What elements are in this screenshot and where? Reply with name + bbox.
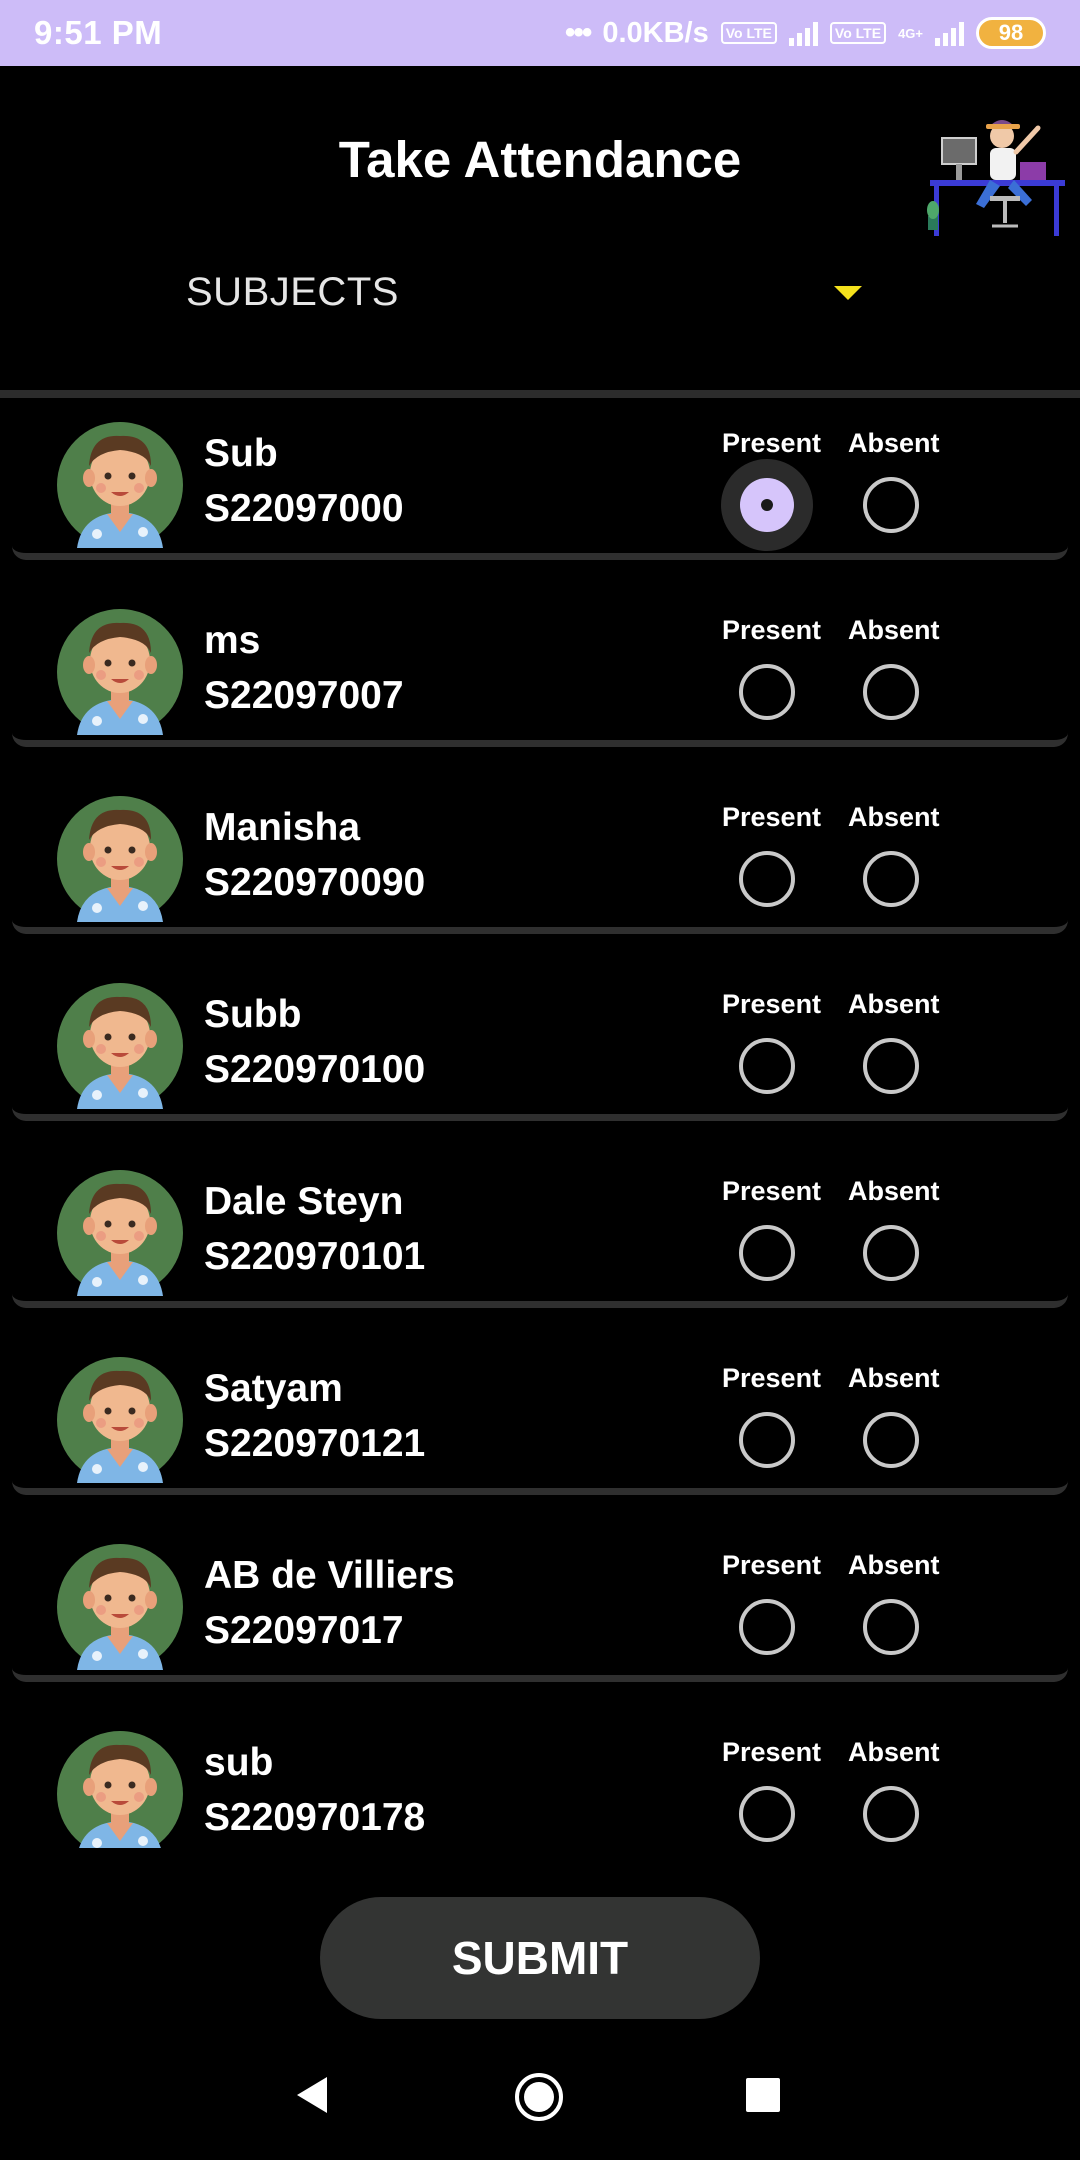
- absent-radio[interactable]: [863, 851, 919, 907]
- absent-radio[interactable]: [863, 1412, 919, 1468]
- network-speed: 0.0KB/s: [602, 16, 709, 49]
- student-name: AB de Villiers: [204, 1554, 455, 1597]
- header-divider: [0, 390, 1080, 398]
- absent-label: Absent: [848, 615, 940, 645]
- present-radio[interactable]: [739, 1786, 795, 1842]
- present-radio[interactable]: [739, 1412, 795, 1468]
- present-label: Present: [722, 802, 822, 832]
- subjects-dropdown[interactable]: SUBJECTS: [186, 262, 876, 322]
- submit-button[interactable]: SUBMIT: [320, 1897, 760, 2019]
- student-list[interactable]: Sub S22097000 Present Absent ms S22097007 Pres…: [0, 398, 1080, 1848]
- absent-label: Absent: [848, 1176, 940, 1206]
- present-radio[interactable]: [739, 1599, 795, 1655]
- student-card: Sub S22097000 Present Absent: [12, 398, 1068, 560]
- student-id: S220970121: [204, 1422, 426, 1465]
- student-card: Subb S220970100 Present Absent: [12, 959, 1068, 1121]
- present-label: Present: [722, 989, 822, 1019]
- student-card: AB de Villiers S22097017 Present Absent: [12, 1520, 1068, 1682]
- absent-radio[interactable]: [863, 1225, 919, 1281]
- status-bar: 9:51 PM ••• 0.0KB/s Vo LTE Vo LTE 4G+ 98: [0, 0, 1080, 66]
- absent-label: Absent: [848, 802, 940, 832]
- notification-dots: •••: [564, 16, 592, 49]
- student-name: ms: [204, 619, 261, 662]
- signal-icon: [788, 20, 818, 46]
- subjects-dropdown-value: SUBJECTS: [186, 270, 399, 314]
- present-radio[interactable]: [721, 459, 813, 551]
- student-name: Satyam: [204, 1367, 343, 1410]
- present-label: Present: [722, 1363, 822, 1393]
- student-name: sub: [204, 1741, 274, 1784]
- signal-icon-2: [935, 20, 964, 46]
- student-avatar: [57, 1170, 183, 1296]
- student-id: S22097007: [204, 674, 404, 717]
- screen: 9:51 PM ••• 0.0KB/s Vo LTE Vo LTE 4G+ 98…: [0, 0, 1080, 2160]
- present-label: Present: [722, 1176, 822, 1206]
- volte-icon: Vo LTE: [720, 22, 777, 44]
- caret-down-icon: [834, 286, 862, 300]
- present-radio[interactable]: [739, 1038, 795, 1094]
- student-name: Dale Steyn: [204, 1180, 404, 1223]
- page-title: Take Attendance: [338, 131, 742, 188]
- status-indicators: ••• 0.0KB/s Vo LTE Vo LTE 4G+ 98: [565, 16, 1046, 50]
- student-avatar: [57, 1731, 183, 1848]
- student-card: Manisha S220970090 Present Absent: [12, 772, 1068, 934]
- person-at-computer-illustration: [927, 120, 1065, 236]
- student-avatar: [57, 1544, 183, 1670]
- student-avatar: [57, 1357, 183, 1483]
- student-name: Manisha: [204, 806, 361, 849]
- student-avatar: [57, 609, 183, 735]
- absent-label: Absent: [848, 428, 940, 458]
- student-id: S220970101: [204, 1235, 426, 1278]
- status-time: 9:51 PM: [34, 14, 163, 51]
- student-card: ms S22097007 Present Absent: [12, 585, 1068, 747]
- student-id: S220970100: [204, 1048, 426, 1091]
- student-avatar: [57, 983, 183, 1109]
- student-card: Satyam S220970121 Present Absent: [12, 1333, 1068, 1495]
- student-name: Sub: [204, 432, 278, 475]
- present-label: Present: [722, 615, 822, 645]
- absent-radio[interactable]: [863, 1038, 919, 1094]
- student-id: S22097017: [204, 1609, 404, 1652]
- absent-label: Absent: [848, 1363, 940, 1393]
- absent-label: Absent: [848, 1550, 940, 1580]
- absent-label: Absent: [848, 1737, 940, 1767]
- battery-icon: 98: [976, 17, 1046, 49]
- present-label: Present: [722, 1550, 822, 1580]
- present-radio[interactable]: [739, 851, 795, 907]
- student-id: S22097000: [204, 487, 404, 530]
- student-card: Dale Steyn S220970101 Present Absent: [12, 1146, 1068, 1308]
- absent-radio[interactable]: [863, 1786, 919, 1842]
- present-radio[interactable]: [739, 664, 795, 720]
- home-icon[interactable]: [514, 2072, 564, 2122]
- absent-label: Absent: [848, 989, 940, 1019]
- volte-icon-2: Vo LTE: [829, 22, 887, 44]
- back-icon[interactable]: [295, 2075, 329, 2115]
- present-label: Present: [722, 428, 822, 458]
- present-label: Present: [722, 1737, 822, 1767]
- student-avatar: [57, 422, 183, 548]
- present-radio[interactable]: [739, 1225, 795, 1281]
- network-type-icon: 4G+: [898, 25, 923, 41]
- student-card: sub S220970178 Present Absent: [12, 1707, 1068, 1848]
- absent-radio[interactable]: [863, 477, 919, 533]
- student-avatar: [57, 796, 183, 922]
- absent-radio[interactable]: [863, 1599, 919, 1655]
- student-id: S220970178: [204, 1796, 426, 1839]
- absent-radio[interactable]: [863, 664, 919, 720]
- student-name: Subb: [204, 993, 302, 1036]
- student-id: S220970090: [204, 861, 426, 904]
- recents-icon[interactable]: [746, 2078, 780, 2112]
